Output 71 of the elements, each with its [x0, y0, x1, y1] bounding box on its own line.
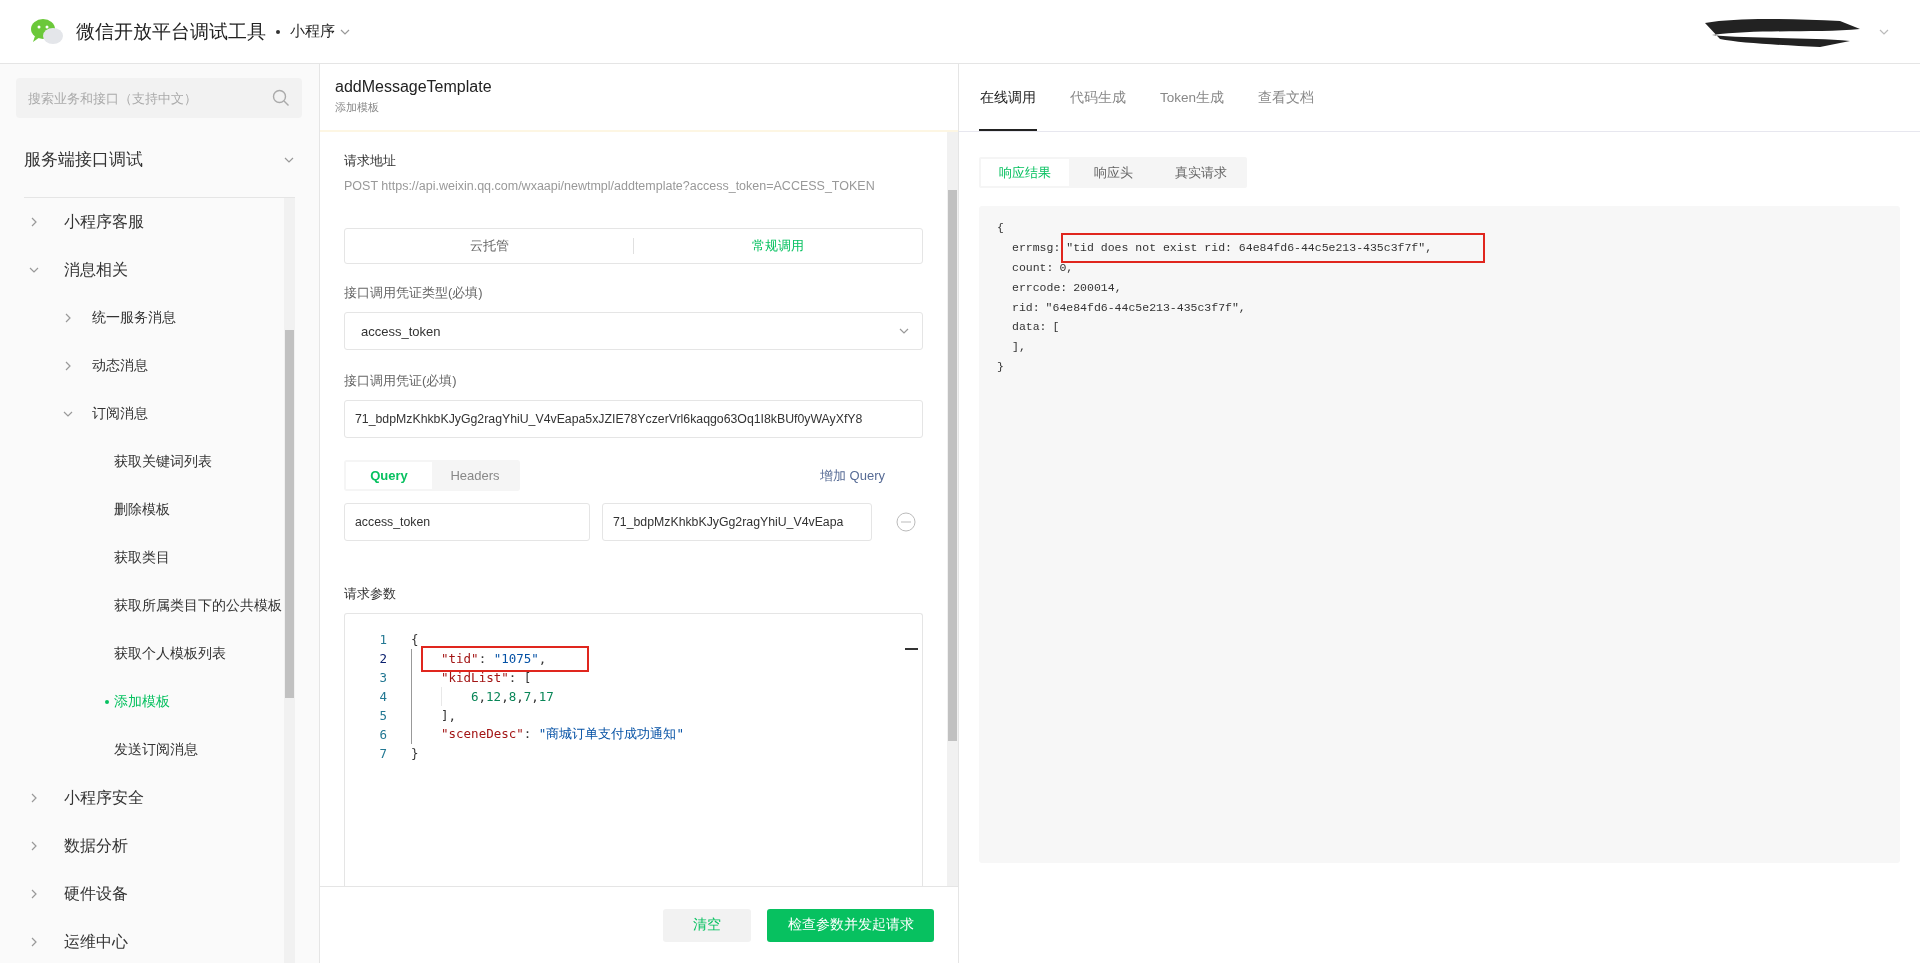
- response-value: "64e84fd6-44c5e213-435c3f7f",: [1045, 300, 1246, 314]
- credential-field[interactable]: 71_bdpMzKhkbKJyGg2ragYhiU_V4vEapa5xJZIE78YczerVrl6kaqgo63Oq1I8kBUf0yWAyXfY8: [344, 400, 923, 438]
- search-icon: [272, 89, 290, 107]
- line-number: 3: [378, 670, 387, 685]
- tab[interactable]: 查看文档: [1257, 64, 1316, 131]
- remove-icon[interactable]: [896, 512, 916, 532]
- response-text: ],: [1012, 340, 1026, 354]
- field-label: 请求地址: [344, 152, 397, 170]
- logo-icon: [30, 17, 64, 46]
- response-tab[interactable]: 响应头: [1069, 159, 1157, 186]
- tree-item[interactable]: 获取关键词列表: [24, 438, 284, 486]
- tab[interactable]: 代码生成: [1069, 64, 1127, 131]
- tree-item[interactable]: 获取所属类目下的公共模板: [24, 582, 284, 630]
- response-text: errcode:: [1012, 280, 1068, 294]
- add-query-link[interactable]: 增加 Query: [820, 466, 885, 485]
- tab[interactable]: 在线调用: [979, 64, 1037, 131]
- code-line: "kidList": [: [441, 670, 532, 685]
- code-line: "tid": "1075",: [441, 651, 547, 666]
- field-label: 接口调用凭证类型(必填): [344, 284, 484, 302]
- response-text: {: [997, 221, 1004, 235]
- tree-item[interactable]: 订阅消息: [24, 390, 284, 438]
- tree-item[interactable]: 小程序安全: [24, 774, 284, 822]
- code-line: {: [411, 632, 419, 647]
- mode-tab[interactable]: 云托管: [345, 229, 633, 263]
- tree-item[interactable]: 小程序客服: [24, 198, 284, 246]
- response-text: errmsg:: [1012, 241, 1061, 255]
- query-value-field[interactable]: 71_bdpMzKhkbKJyGg2ragYhiU_V4vEapa: [602, 503, 872, 541]
- code-line: }: [411, 746, 419, 761]
- response-text: rid:: [1012, 300, 1040, 314]
- response-value: 0,: [1059, 261, 1074, 274]
- api-title: addMessageTemplate: [335, 78, 493, 96]
- field-label: 请求参数: [344, 585, 397, 603]
- code-line: 6,12,8,7,17: [471, 689, 554, 704]
- response-text: data:: [1012, 320, 1047, 334]
- tree-item[interactable]: 运维中心: [24, 918, 284, 963]
- field-label: 接口调用凭证(必填): [344, 372, 458, 390]
- separator-dot: [276, 29, 280, 34]
- response-tab[interactable]: 真实请求: [1157, 159, 1245, 186]
- tree-item[interactable]: 删除模板: [24, 486, 284, 534]
- api-subtitle: 添加模板: [335, 100, 380, 115]
- tab[interactable]: Token生成: [1159, 64, 1226, 131]
- request-url: POST https://api.weixin.qq.com/wxaapi/newtmpl/addtemplate?access_token=ACCESS_TOKEN: [344, 178, 876, 195]
- tree-item[interactable]: 获取个人模板列表: [24, 630, 284, 678]
- app-title: 微信开放平台调试工具: [76, 19, 266, 44]
- code-line: "sceneDesc": "商城订单支付成功通知": [441, 726, 684, 743]
- section-header[interactable]: 服务端接口调试: [24, 118, 295, 198]
- tree-item[interactable]: 获取类目: [24, 534, 284, 582]
- line-number: 2: [378, 651, 387, 666]
- line-number: 5: [378, 708, 387, 723]
- code-editor[interactable]: 1 { 2 "tid": "1075", 3 "kidList": [ 4 6,12,8,7,17 5 ], 6 "sceneDesc": "商城订单支付成功通知" 7 }: [344, 613, 923, 886]
- search-field[interactable]: 搜索业务和接口（支持中文）: [16, 78, 302, 118]
- response-text: count:: [1012, 261, 1054, 274]
- tree-item[interactable]: 数据分析: [24, 822, 284, 870]
- line-number: 4: [378, 689, 387, 704]
- query-key-field[interactable]: access_token: [344, 503, 590, 541]
- product-dropdown[interactable]: 小程序: [290, 22, 351, 41]
- tree-item[interactable]: 统一服务消息: [24, 294, 284, 342]
- tree-item[interactable]: 动态消息: [24, 342, 284, 390]
- tree-item[interactable]: 消息相关: [24, 246, 284, 294]
- response-value: [: [1052, 320, 1060, 334]
- line-number: 6: [378, 727, 387, 742]
- tree-item[interactable]: 硬件设备: [24, 870, 284, 918]
- response-text: }: [997, 359, 1004, 373]
- line-number: 1: [378, 632, 387, 647]
- response-value: 200014,: [1073, 280, 1122, 294]
- tree-item[interactable]: 发送订阅消息: [24, 726, 284, 774]
- credential-type-select[interactable]: access_token: [344, 312, 923, 350]
- line-number: 7: [378, 746, 387, 761]
- code-line: ],: [441, 708, 457, 723]
- response-value: "tid does not exist rid: 64e84fd6-44c5e213-435c3f7f",: [1066, 241, 1433, 255]
- selected-dot: [105, 700, 109, 704]
